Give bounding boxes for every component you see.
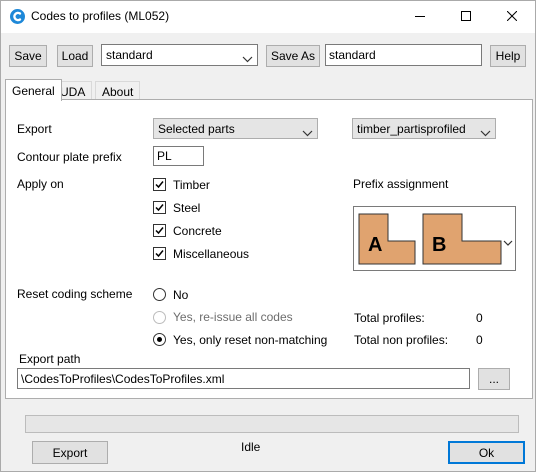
browse-button[interactable]: ... xyxy=(478,368,510,390)
save-as-input[interactable]: standard xyxy=(325,44,482,66)
load-button[interactable]: Load xyxy=(57,45,93,67)
prefix-a-glyph: A xyxy=(368,234,383,256)
concrete-label: Concrete xyxy=(173,224,222,238)
chevron-down-icon xyxy=(480,126,491,136)
tab-general[interactable]: General xyxy=(5,79,62,101)
title-bar[interactable]: Codes to profiles (ML052) xyxy=(1,1,535,33)
timber-label: Timber xyxy=(173,178,210,192)
prefix-b-glyph: B xyxy=(432,234,447,256)
total-non-profiles-label: Total non profiles: xyxy=(354,333,449,347)
contour-prefix-input[interactable]: PL xyxy=(153,146,204,166)
export-value: Selected parts xyxy=(158,121,235,136)
close-button[interactable] xyxy=(489,1,535,33)
export-path-label: Export path xyxy=(19,352,81,366)
export-path-input[interactable]: \CodesToProfiles\CodesToProfiles.xml xyxy=(17,368,470,389)
total-non-profiles-value: 0 xyxy=(476,333,483,347)
reset-reissue-label: Yes, re-issue all codes xyxy=(173,310,293,324)
reset-no-radio[interactable] xyxy=(153,288,166,301)
reset-no-label: No xyxy=(173,288,189,302)
export-label: Export xyxy=(17,122,52,136)
save-button[interactable]: Save xyxy=(9,45,47,67)
export-combo[interactable]: Selected parts xyxy=(153,118,318,139)
reset-non-matching-radio[interactable] xyxy=(153,333,166,346)
app-icon xyxy=(9,8,26,25)
concrete-checkbox[interactable] xyxy=(153,224,166,237)
progress-bar xyxy=(25,415,519,433)
minimize-icon xyxy=(415,10,425,24)
save-as-button[interactable]: Save As xyxy=(266,45,320,67)
window-title: Codes to profiles (ML052) xyxy=(31,9,170,23)
steel-checkbox[interactable] xyxy=(153,201,166,214)
prefix-assignment-label: Prefix assignment xyxy=(353,177,449,191)
reset-coding-label: Reset coding scheme xyxy=(17,287,133,301)
chevron-down-icon xyxy=(302,126,313,136)
preset-value: standard xyxy=(106,48,153,62)
export-button[interactable]: Export xyxy=(32,441,108,464)
prefix-a-icon xyxy=(358,213,416,268)
reset-reissue-radio[interactable] xyxy=(153,311,166,324)
help-button[interactable]: Help xyxy=(490,45,526,67)
apply-on-label: Apply on xyxy=(17,177,64,191)
profile-value: timber_partisprofiled xyxy=(357,121,466,136)
minimize-button[interactable] xyxy=(397,1,443,33)
reset-non-matching-label: Yes, only reset non-matching xyxy=(173,333,328,347)
miscellaneous-label: Miscellaneous xyxy=(173,247,250,261)
steel-label: Steel xyxy=(173,201,201,215)
prefix-assignment-combo[interactable]: A B xyxy=(353,206,516,271)
profile-combo[interactable]: timber_partisprofiled xyxy=(352,118,496,139)
maximize-icon xyxy=(461,10,471,24)
maximize-button[interactable] xyxy=(443,1,489,33)
timber-checkbox[interactable] xyxy=(153,178,166,191)
window: Codes to profiles (ML052) Save Load stan… xyxy=(0,0,536,472)
ok-button[interactable]: Ok xyxy=(448,441,525,464)
total-profiles-label: Total profiles: xyxy=(354,311,425,325)
status-text: Idle xyxy=(241,440,261,454)
total-profiles-value: 0 xyxy=(476,311,483,325)
chevron-down-icon xyxy=(242,52,253,63)
chevron-down-icon xyxy=(503,236,513,250)
preset-combo[interactable]: standard xyxy=(101,44,258,66)
tab-about[interactable]: About xyxy=(95,81,141,101)
miscellaneous-checkbox[interactable] xyxy=(153,247,166,260)
contour-prefix-label: Contour plate prefix xyxy=(17,150,122,164)
close-icon xyxy=(506,10,518,24)
